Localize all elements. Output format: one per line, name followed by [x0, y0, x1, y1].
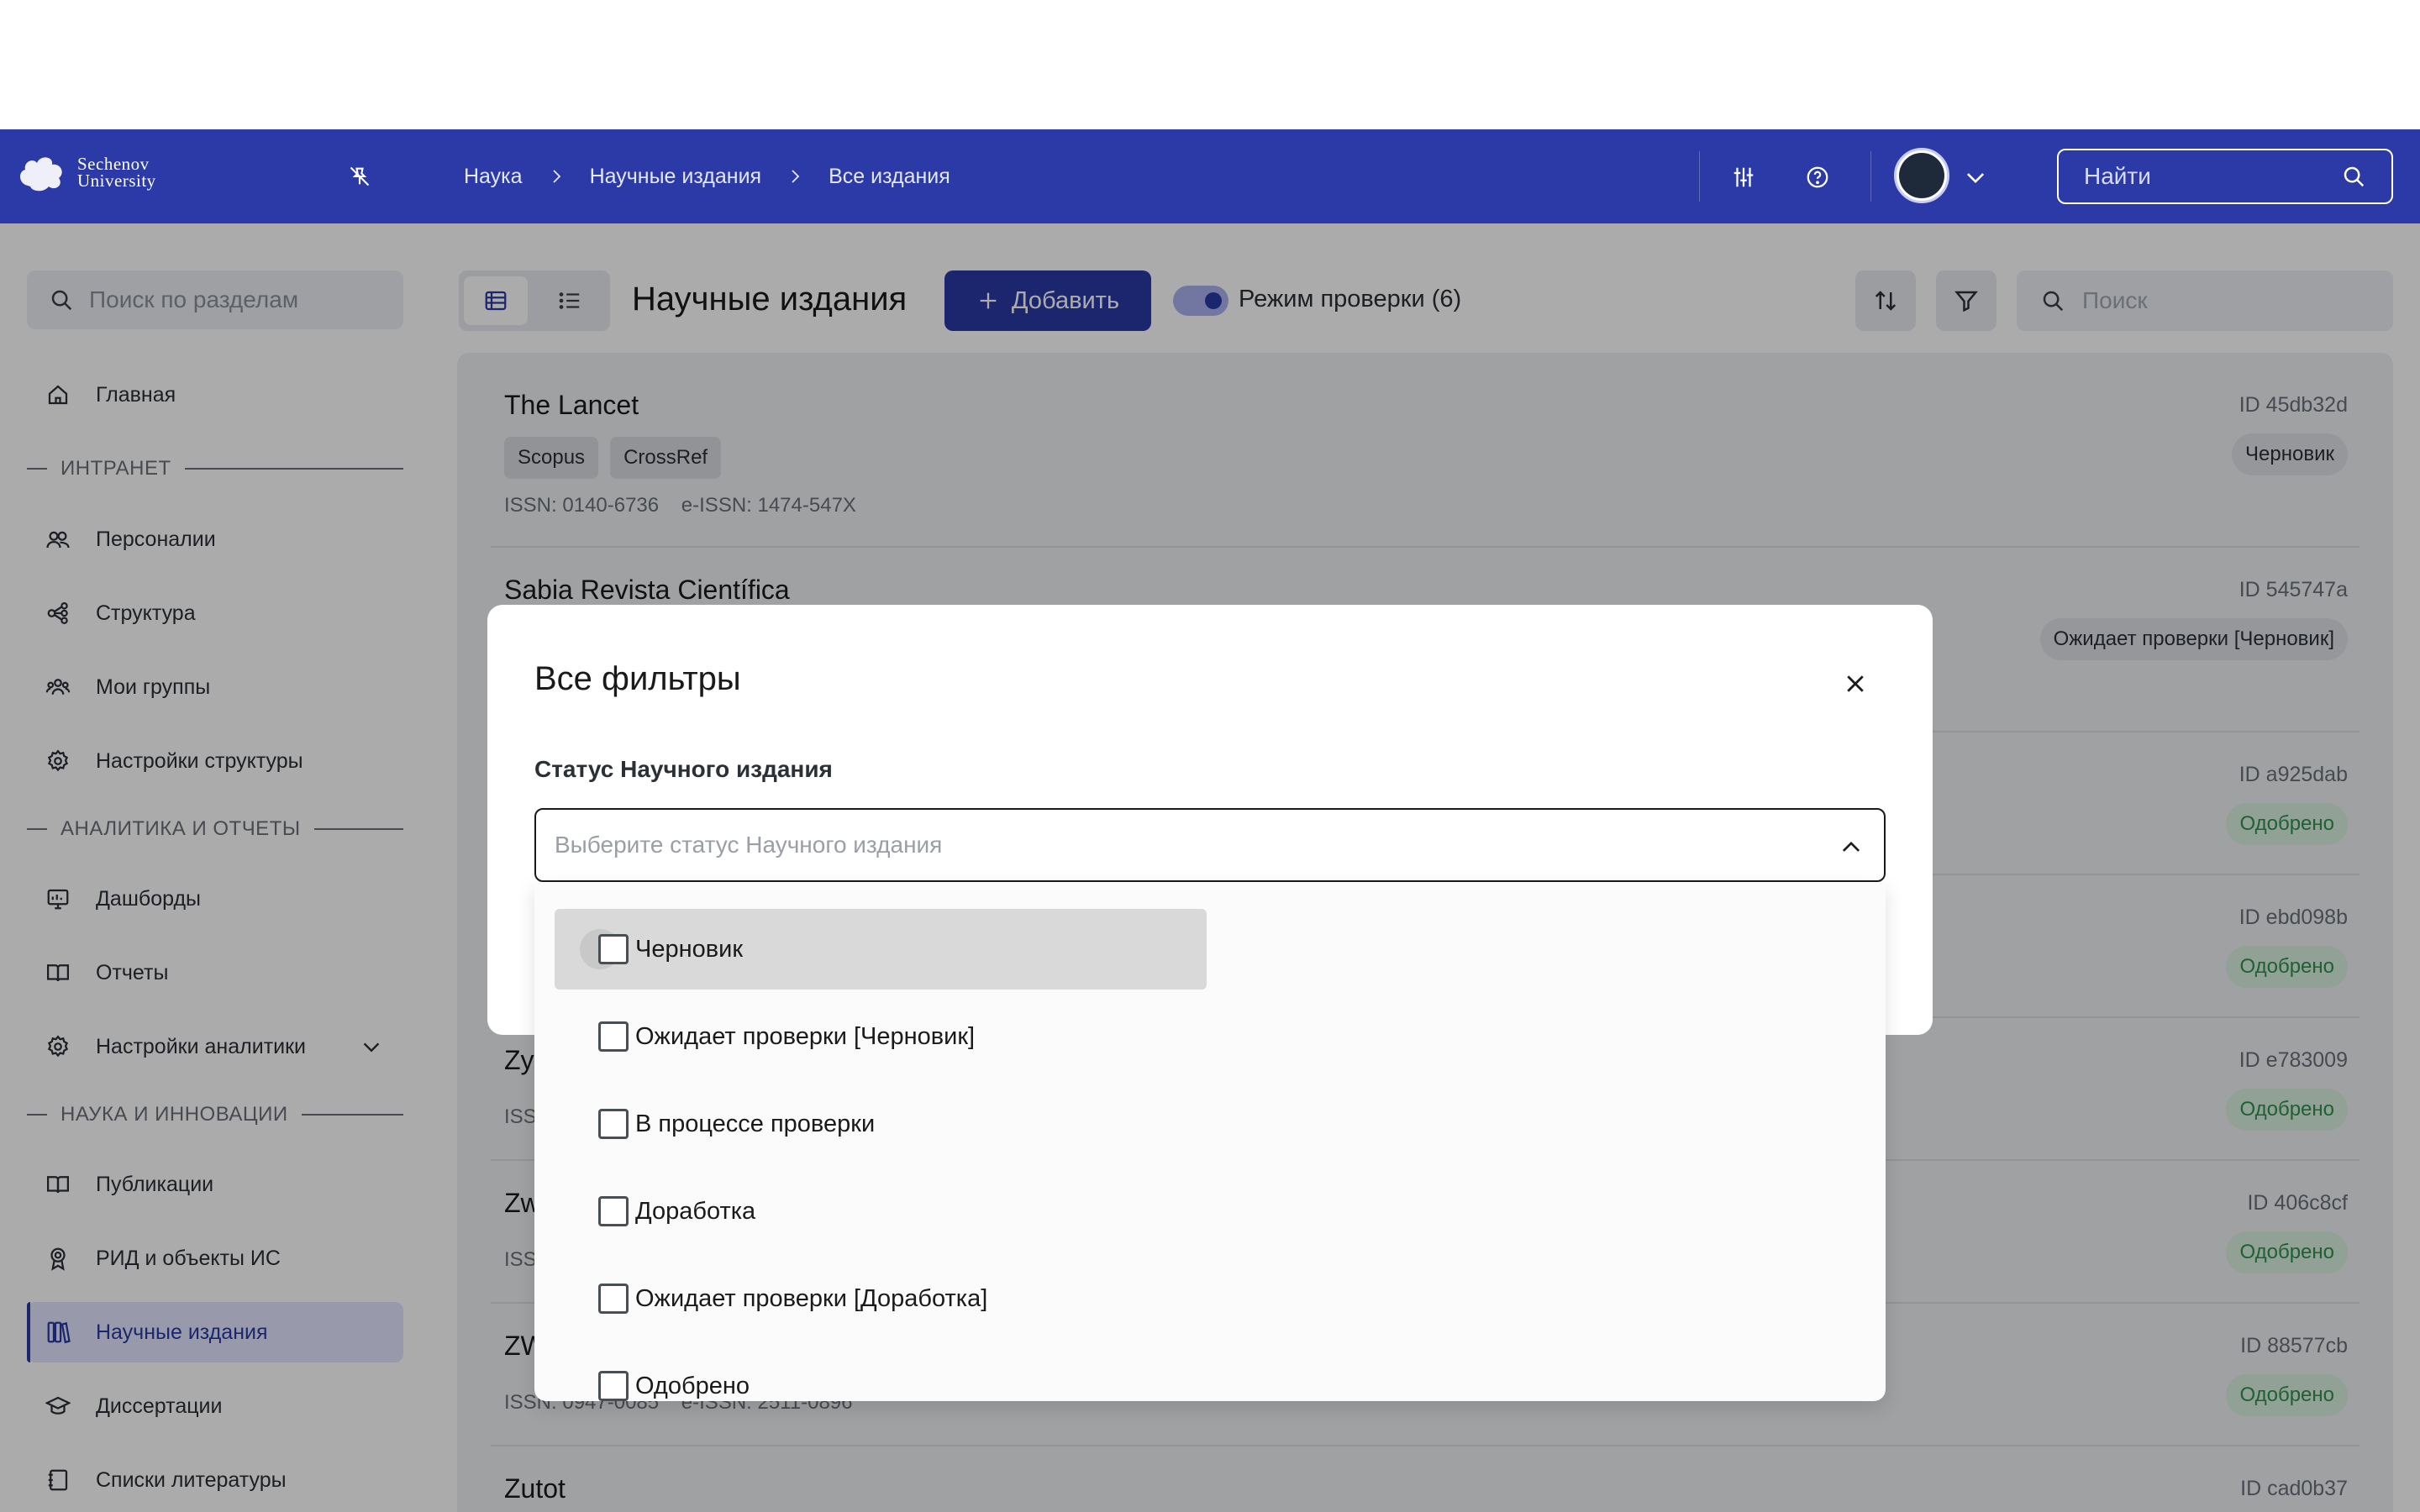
- option-label: Ожидает проверки [Доработка]: [635, 1284, 988, 1312]
- status-option-revision[interactable]: Доработка: [555, 1171, 755, 1252]
- global-search-placeholder: Найти: [2084, 163, 2151, 189]
- header-divider: [1870, 151, 1871, 202]
- sliders-icon: [1733, 167, 1754, 187]
- status-field-label: Статус Научного издания: [534, 756, 833, 782]
- unpin-sidebar-button[interactable]: [343, 160, 376, 193]
- settings-sliders-button[interactable]: [1726, 160, 1761, 195]
- breadcrumb-item-science[interactable]: Наука: [464, 165, 523, 189]
- pin-off-icon: [350, 166, 370, 186]
- checkbox[interactable]: [598, 1109, 629, 1139]
- checkbox[interactable]: [598, 1196, 629, 1226]
- status-select[interactable]: Выберите статус Научного издания: [534, 808, 1886, 882]
- global-search-input[interactable]: Найти: [2057, 149, 2393, 204]
- university-logo[interactable]: Sechenov University: [17, 151, 156, 193]
- logo-line-2: University: [77, 171, 156, 191]
- help-circle-icon: [1807, 166, 1828, 188]
- logo-text: Sechenov University: [77, 154, 156, 191]
- status-option-draft[interactable]: Черновик: [555, 909, 1207, 990]
- checkbox[interactable]: [598, 934, 629, 964]
- status-option-awaiting-revision[interactable]: Ожидает проверки [Доработка]: [555, 1258, 987, 1339]
- close-button[interactable]: [1839, 667, 1872, 701]
- breadcrumb-item-all[interactable]: Все издания: [829, 165, 950, 189]
- header-divider: [1699, 151, 1700, 202]
- checkbox[interactable]: [598, 1284, 629, 1314]
- breadcrumb: Наука Научные издания Все издания: [464, 129, 950, 223]
- help-button[interactable]: [1800, 160, 1835, 195]
- close-icon: [1847, 675, 1864, 692]
- checkbox[interactable]: [598, 1021, 629, 1052]
- chevron-right-icon: [792, 170, 800, 183]
- checkbox[interactable]: [598, 1371, 629, 1401]
- status-select-placeholder: Выберите статус Научного издания: [555, 832, 943, 858]
- option-label: В процессе проверки: [635, 1110, 876, 1137]
- chevron-up-icon: [1842, 841, 1860, 852]
- account-menu-button[interactable]: [1958, 160, 1993, 195]
- breadcrumb-item-journals[interactable]: Научные издания: [590, 165, 762, 189]
- option-label: Ожидает проверки [Черновик]: [635, 1022, 976, 1050]
- modal-title: Все фильтры: [534, 660, 741, 697]
- status-option-in-review[interactable]: В процессе проверки: [555, 1084, 875, 1164]
- avatar[interactable]: [1894, 148, 1949, 203]
- status-dropdown: Черновик Ожидает проверки [Черновик] В п…: [534, 882, 1886, 1401]
- option-label: Доработка: [635, 1197, 756, 1225]
- app-header: Sechenov University Наука Научные издани…: [0, 129, 2420, 223]
- logo-line-1: Sechenov: [77, 154, 150, 174]
- status-option-approved[interactable]: Одобрено: [555, 1346, 750, 1401]
- option-label: Одобрено: [635, 1372, 750, 1399]
- chevron-down-icon: [1966, 173, 1985, 184]
- option-label: Черновик: [635, 935, 744, 963]
- avatar-image: [1899, 153, 1944, 198]
- status-option-awaiting-draft[interactable]: Ожидает проверки [Черновик]: [555, 996, 975, 1077]
- logo-icon: [20, 157, 62, 192]
- search-icon: [2344, 166, 2365, 187]
- chevron-right-icon: [552, 170, 560, 183]
